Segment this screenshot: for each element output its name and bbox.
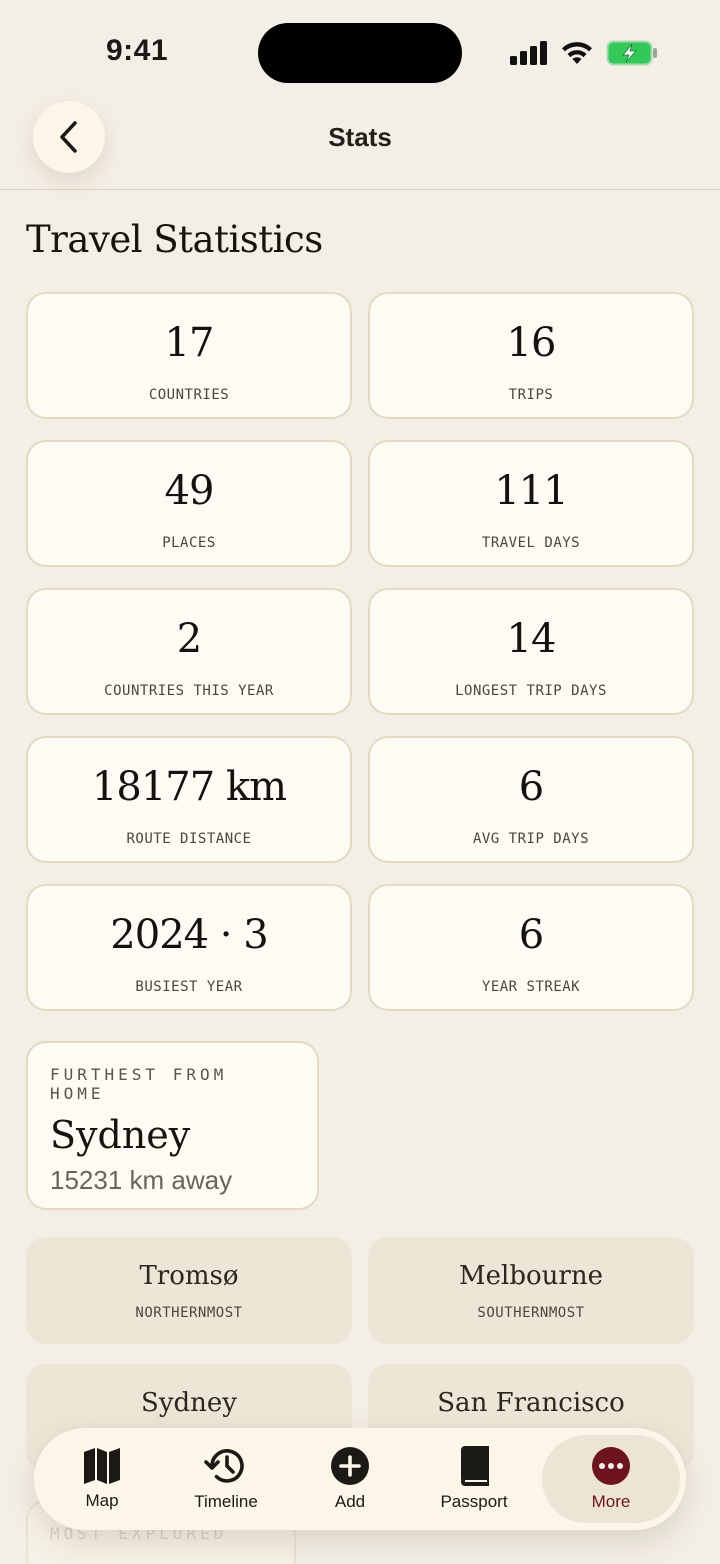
extreme-city: Sydney	[141, 1388, 237, 1418]
tab-label: Passport	[440, 1492, 508, 1511]
wifi-icon	[562, 42, 592, 64]
extreme-card-northernmost: Tromsø NORTHERNMOST	[26, 1237, 352, 1344]
stat-value: 16	[506, 320, 557, 366]
stat-card-route-distance: 18177 km ROUTE DISTANCE	[26, 736, 352, 863]
tab-passport[interactable]: Passport	[412, 1435, 536, 1523]
tab-map[interactable]: Map	[40, 1435, 164, 1523]
stat-card-countries: 17 COUNTRIES	[26, 292, 352, 419]
stat-card-year-streak: 6 YEAR STREAK	[368, 884, 694, 1011]
stat-label: COUNTRIES	[148, 387, 230, 403]
stat-card-countries-this-year: 2 COUNTRIES THIS YEAR	[26, 588, 352, 715]
stats-grid: 17 COUNTRIES 16 TRIPS 49 PLACES 111 TRAV…	[26, 292, 694, 1011]
stat-label: ROUTE DISTANCE	[126, 831, 252, 847]
battery-charging-icon	[606, 40, 657, 66]
map-icon	[84, 1448, 120, 1484]
stat-value: 17	[164, 320, 215, 366]
extreme-label: NORTHERNMOST	[135, 1305, 243, 1321]
tab-label: Map	[85, 1491, 119, 1510]
extreme-city: Tromsø	[139, 1261, 239, 1291]
extreme-city: Melbourne	[459, 1261, 603, 1291]
stat-value: 6	[518, 764, 544, 810]
tab-bar: Map Timeline Add Passport More	[34, 1428, 686, 1530]
history-icon	[204, 1449, 244, 1483]
stat-card-avg-trip-days: 6 AVG TRIP DAYS	[368, 736, 694, 863]
stat-card-longest-trip: 14 LONGEST TRIP DAYS	[368, 588, 694, 715]
tab-label: Timeline	[194, 1492, 258, 1511]
stat-value: 49	[164, 468, 215, 514]
stat-label: LONGEST TRIP DAYS	[455, 683, 607, 699]
nav-title: Stats	[328, 122, 392, 152]
stat-card-places: 49 PLACES	[26, 440, 352, 567]
page-heading: Travel Statistics	[26, 218, 323, 261]
tab-add[interactable]: Add	[288, 1435, 412, 1523]
furthest-distance: 15231 km away	[50, 1165, 233, 1195]
status-time: 9:41	[106, 34, 169, 67]
stat-label: PLACES	[162, 535, 216, 551]
book-icon	[461, 1446, 489, 1486]
stat-label: YEAR STREAK	[481, 979, 581, 995]
dynamic-island	[258, 23, 462, 83]
furthest-kicker: FURTHEST FROM HOME	[50, 1065, 228, 1103]
stat-label: TRIPS	[508, 387, 554, 403]
stat-value: 111	[494, 468, 568, 514]
extreme-city: San Francisco	[437, 1388, 625, 1418]
stat-label: COUNTRIES THIS YEAR	[104, 683, 274, 699]
stat-value: 2024 · 3	[110, 912, 268, 958]
tab-timeline[interactable]: Timeline	[164, 1435, 288, 1523]
extreme-label: SOUTHERNMOST	[477, 1305, 585, 1321]
add-icon	[331, 1447, 369, 1485]
tab-more[interactable]: More	[542, 1435, 680, 1523]
stat-value: 18177 km	[91, 764, 287, 810]
navigation-bar: Stats	[0, 100, 720, 190]
furthest-city: Sydney	[50, 1113, 191, 1157]
cellular-signal-icon	[510, 41, 547, 65]
stat-label: BUSIEST YEAR	[135, 979, 243, 995]
stat-value: 2	[176, 616, 202, 662]
stat-value: 6	[518, 912, 544, 958]
status-bar: 9:41	[0, 0, 720, 100]
stat-label: TRAVEL DAYS	[481, 535, 581, 551]
stat-card-travel-days: 111 TRAVEL DAYS	[368, 440, 694, 567]
stat-card-busiest-year: 2024 · 3 BUSIEST YEAR	[26, 884, 352, 1011]
furthest-from-home-card: FURTHEST FROM HOME Sydney 15231 km away	[26, 1041, 319, 1210]
tab-label: Add	[334, 1492, 366, 1511]
extreme-card-southernmost: Melbourne SOUTHERNMOST	[368, 1237, 694, 1344]
status-icons	[510, 38, 658, 68]
stat-label: AVG TRIP DAYS	[472, 831, 590, 847]
stat-card-trips: 16 TRIPS	[368, 292, 694, 419]
stat-value: 14	[506, 616, 557, 662]
tab-label: More	[591, 1492, 631, 1511]
more-icon	[592, 1447, 630, 1485]
